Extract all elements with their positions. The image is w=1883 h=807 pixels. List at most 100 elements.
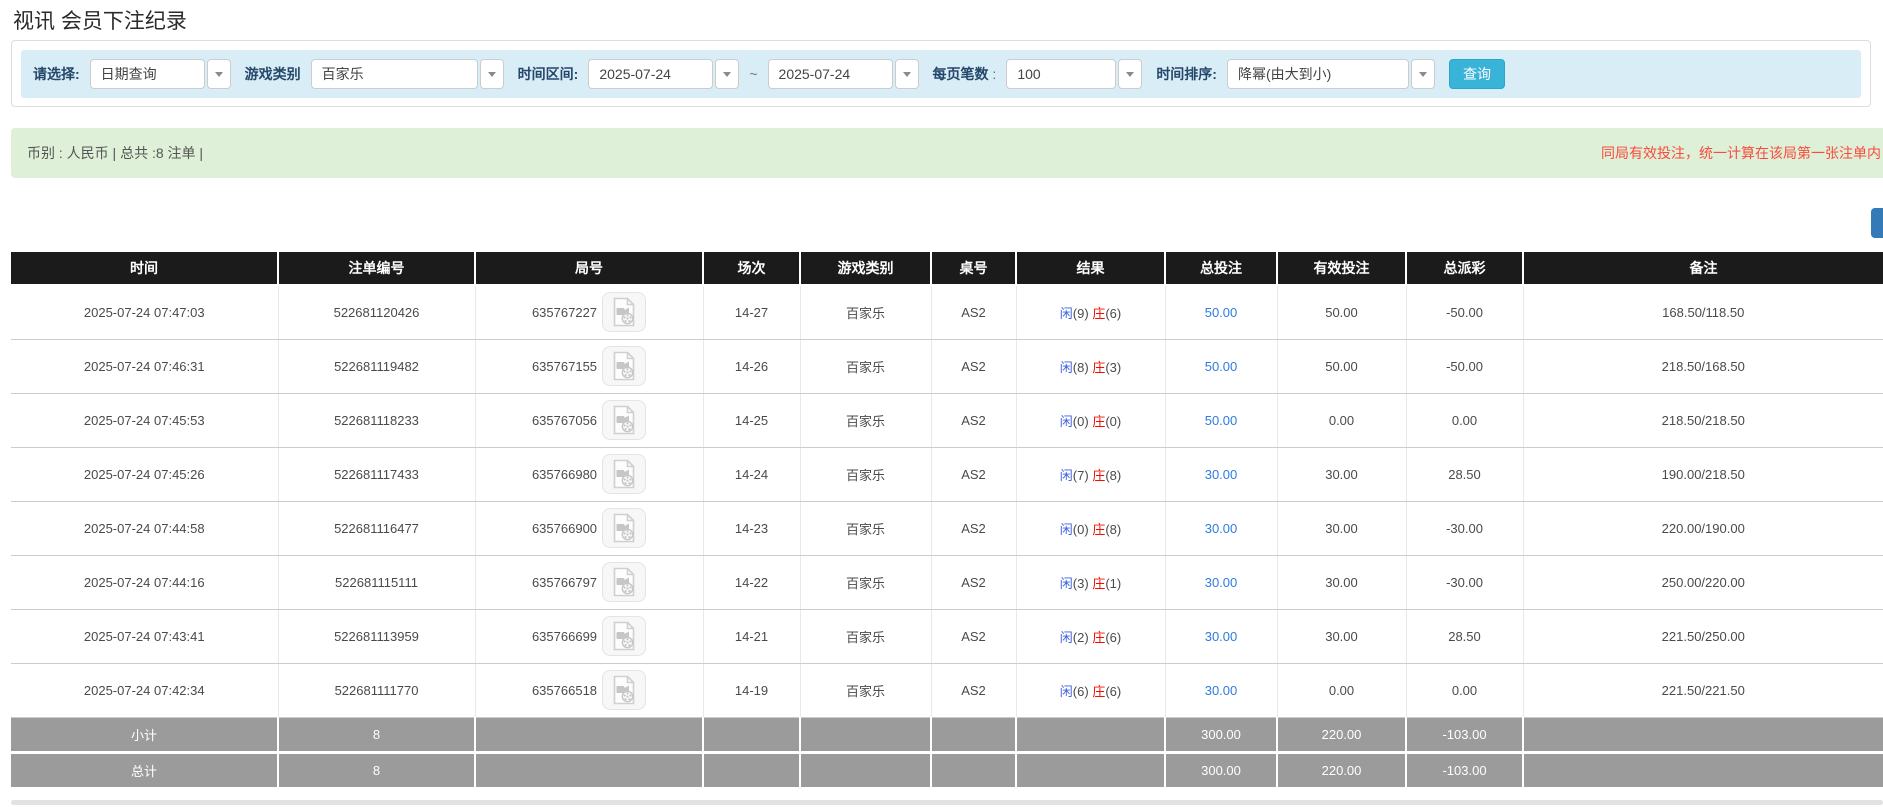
total-bet-link[interactable]: 30.00 (1205, 521, 1238, 536)
game-type-value[interactable]: 百家乐 (311, 59, 478, 89)
cell-bet-id: 522681111770 (278, 663, 475, 717)
video-replay-button[interactable] (602, 562, 646, 602)
player-result: 闲 (1060, 684, 1073, 699)
video-replay-button[interactable] (602, 616, 646, 656)
page-size-select[interactable]: 100 (1006, 59, 1142, 89)
footer-payout: -103.00 (1406, 717, 1523, 752)
sort-select[interactable]: 降幂(由大到小) (1227, 59, 1435, 89)
chevron-down-icon[interactable] (895, 59, 919, 89)
date-from-select[interactable]: 2025-07-24 (588, 59, 739, 89)
chevron-down-icon[interactable] (1118, 59, 1142, 89)
summary-bar: 币别 : 人民币 | 总共 :8 注单 | 同局有效投注，统一计算在该局第一张注… (11, 128, 1883, 178)
cell-total-bet: 50.00 (1165, 285, 1277, 339)
video-replay-button[interactable] (602, 346, 646, 386)
footer-table (931, 717, 1016, 752)
total-bet-link[interactable]: 30.00 (1205, 575, 1238, 590)
search-button[interactable]: 查询 (1449, 59, 1505, 89)
collapsed-side-action-button[interactable] (1871, 208, 1883, 238)
date-to-value[interactable]: 2025-07-24 (768, 59, 893, 89)
filter-panel: 请选择: 日期查询 游戏类别 百家乐 时间区间: 2025-07-24 ~ 20… (11, 40, 1871, 107)
video-replay-button[interactable] (602, 508, 646, 548)
cell-session: 14-27 (703, 285, 800, 339)
round-number: 635766900 (532, 521, 597, 536)
time-range-label: 时间区间: (518, 64, 579, 84)
cell-session: 14-23 (703, 501, 800, 555)
date-from-value[interactable]: 2025-07-24 (588, 59, 713, 89)
total-bet-link[interactable]: 30.00 (1205, 629, 1238, 644)
page-size-value[interactable]: 100 (1006, 59, 1116, 89)
cell-table-no: AS2 (931, 609, 1016, 663)
banker-result: 庄 (1092, 630, 1105, 645)
sort-value[interactable]: 降幂(由大到小) (1227, 59, 1409, 89)
cell-total-bet: 30.00 (1165, 609, 1277, 663)
cell-payout: 0.00 (1406, 663, 1523, 717)
cell-result: 闲(0) 庄(0) (1016, 393, 1165, 447)
footer-result (1016, 717, 1165, 752)
cell-time: 2025-07-24 07:46:31 (11, 339, 278, 393)
footer-payout: -103.00 (1406, 752, 1523, 787)
cell-bet-id: 522681117433 (278, 447, 475, 501)
footer-total-bet: 300.00 (1165, 752, 1277, 787)
cell-total-bet: 30.00 (1165, 663, 1277, 717)
footer-total-bet: 300.00 (1165, 717, 1277, 752)
video-replay-button[interactable] (602, 400, 646, 440)
column-header-session: 场次 (703, 252, 800, 285)
footer-count: 8 (278, 752, 475, 787)
cell-round: 635767227 (475, 285, 703, 339)
game-type-label: 游戏类别 (245, 64, 301, 84)
player-result: 闲 (1060, 576, 1073, 591)
video-replay-button[interactable] (602, 670, 646, 710)
cell-result: 闲(8) 庄(3) (1016, 339, 1165, 393)
cell-table-no: AS2 (931, 285, 1016, 339)
cell-table-no: AS2 (931, 501, 1016, 555)
query-type-value[interactable]: 日期查询 (90, 59, 205, 89)
page-size-label: 每页笔数 : (933, 64, 997, 84)
column-header-valid-bet: 有效投注 (1277, 252, 1406, 285)
column-header-table-no: 桌号 (931, 252, 1016, 285)
cell-time: 2025-07-24 07:42:34 (11, 663, 278, 717)
grandtotal-row: 总计8300.00220.00-103.00 (11, 752, 1883, 787)
banker-result: 庄 (1092, 684, 1105, 699)
total-bet-link[interactable]: 30.00 (1205, 683, 1238, 698)
page-title: 视讯 会员下注纪录 (13, 5, 187, 35)
cell-valid-bet: 0.00 (1277, 393, 1406, 447)
cell-bet-id: 522681113959 (278, 609, 475, 663)
cell-round: 635766518 (475, 663, 703, 717)
column-header-result: 结果 (1016, 252, 1165, 285)
cell-bet-id: 522681115111 (278, 555, 475, 609)
filter-bar: 请选择: 日期查询 游戏类别 百家乐 时间区间: 2025-07-24 ~ 20… (21, 50, 1861, 98)
total-bet-link[interactable]: 30.00 (1205, 467, 1238, 482)
bottom-strip (11, 800, 1883, 805)
banker-result: 庄 (1092, 468, 1105, 483)
cell-table-no: AS2 (931, 555, 1016, 609)
cell-total-bet: 30.00 (1165, 447, 1277, 501)
cell-table-no: AS2 (931, 339, 1016, 393)
total-bet-link[interactable]: 50.00 (1205, 413, 1238, 428)
footer-round (475, 717, 703, 752)
total-bet-link[interactable]: 50.00 (1205, 305, 1238, 320)
player-result: 闲 (1060, 522, 1073, 537)
video-replay-button[interactable] (602, 454, 646, 494)
footer-count: 8 (278, 717, 475, 752)
column-header-payout: 总派彩 (1406, 252, 1523, 285)
cell-valid-bet: 30.00 (1277, 609, 1406, 663)
video-replay-button[interactable] (602, 292, 646, 332)
game-type-select[interactable]: 百家乐 (311, 59, 504, 89)
chevron-down-icon[interactable] (480, 59, 504, 89)
date-to-select[interactable]: 2025-07-24 (768, 59, 919, 89)
cell-session: 14-19 (703, 663, 800, 717)
video-file-icon (611, 297, 637, 327)
chevron-down-icon[interactable] (207, 59, 231, 89)
table-body: 2025-07-24 07:47:03 522681120426 6357672… (11, 285, 1883, 717)
footer-result (1016, 752, 1165, 787)
chevron-down-icon[interactable] (715, 59, 739, 89)
table-row: 2025-07-24 07:44:16 522681115111 6357667… (11, 555, 1883, 609)
cell-payout: 0.00 (1406, 393, 1523, 447)
cell-table-no: AS2 (931, 393, 1016, 447)
footer-game (800, 752, 931, 787)
chevron-down-icon[interactable] (1411, 59, 1435, 89)
total-bet-link[interactable]: 50.00 (1205, 359, 1238, 374)
query-type-select[interactable]: 日期查询 (90, 59, 231, 89)
cell-game-type: 百家乐 (800, 393, 931, 447)
player-result: 闲 (1060, 630, 1073, 645)
